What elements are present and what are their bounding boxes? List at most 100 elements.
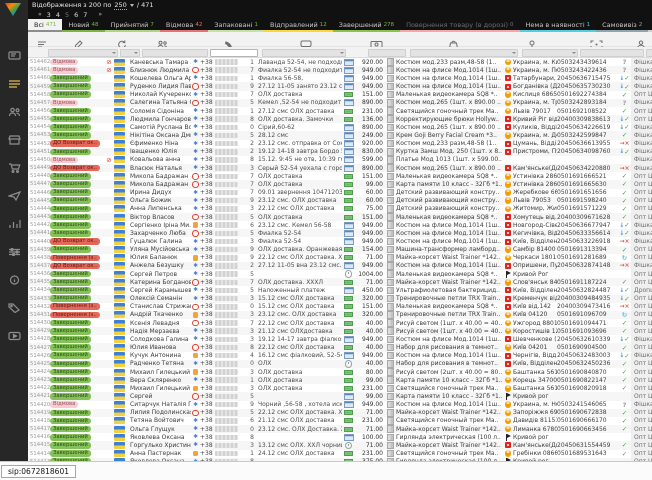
last-page-button[interactable]: » [98,11,101,18]
client-name[interactable]: Радченко Тетяна [130,360,191,368]
status-badge[interactable]: Завершений [50,352,91,359]
tracking-number[interactable] [557,392,618,400]
order-comment[interactable]: 23.12 смс. ОЛХ доставка [254,197,342,205]
delivery-address[interactable]: Київ від.142 [513,303,557,311]
client-phone[interactable]: +38 [200,213,246,221]
delivery-address[interactable]: Хомутець від.1 [513,213,557,221]
delivery-address[interactable]: Давидів 81151 [513,417,557,425]
tracking-number[interactable]: 20400309838613 [557,115,618,123]
status-badge[interactable]: Завершений [50,377,91,384]
order-row[interactable]: 514446 Завершений Ирина Дидух ✱ +38 7 09… [28,189,652,197]
phone-filter-input[interactable] [210,49,258,58]
tracking-number[interactable]: 20400309473416 [557,303,618,311]
client-name[interactable]: Близнюк Людмила .. [130,66,191,74]
client-phone[interactable]: +38 [200,123,246,131]
order-row[interactable]: 514453 Завершений Нікітіна Оксана Дми.. … [28,131,652,139]
client-name[interactable]: Салегина Татьяна С.. [130,99,191,107]
status-badge[interactable]: Завершений [50,393,91,400]
status-badge[interactable]: Завершений [50,328,91,335]
order-row[interactable]: 514450 Відмова ⊘ Ковальова анна ✱ +38 8 … [28,156,652,164]
client-name[interactable]: Николай Кучеренко [130,91,191,99]
tracking-number[interactable]: 0501690666170 [557,417,618,425]
order-comment[interactable]: ОЛХ доставка [254,376,342,384]
client-name[interactable]: Ситарчук Наталія Гр.. [130,401,191,409]
client-phone[interactable]: +38 [200,197,246,205]
status-badge[interactable]: Завершений [50,385,91,392]
tracking-number[interactable]: 0501690904500 [557,343,618,351]
client-name[interactable]: Сергіенко Іріна Ми.. [130,221,191,229]
product-name[interactable]: Маленькая видеокамера SQ8 *.. [396,303,503,311]
tracking-number[interactable]: 20450632450236 [557,360,618,368]
order-row[interactable]: 514455 Завершений Людмила Гончарова ✱ +3… [28,115,652,123]
order-comment[interactable]: ОЛХ [254,360,342,368]
tracking-number[interactable]: 0501691665630 [557,180,618,188]
product-name[interactable]: Рисуй светом (1шт. x 40.00 = 40.. [396,327,503,335]
client-name[interactable]: Віктор Власов [130,213,191,221]
client-phone[interactable]: +38 [200,295,246,303]
status-filter[interactable] [48,49,118,58]
tracking-number[interactable]: 0501690840870 [557,368,618,376]
client-name[interactable]: Михаил Гилецький [130,368,191,376]
tracking-number[interactable]: 0501691094471 [557,319,618,327]
product-name[interactable]: Костюм на флисе Мод.1014 (1ш.. [396,335,503,343]
client-name[interactable]: Надія Мерзаєва [130,327,191,335]
tracking-number[interactable]: 20450633226918 [557,237,618,245]
order-row[interactable]: 514436 Завершений Сергей Петров ✱ +38 5 … [28,270,652,278]
status-tab[interactable]: Сервіси 0 [648,19,652,32]
delivery-address[interactable]: Лиманка 67803 [513,425,557,433]
delivery-address[interactable]: Кам'янське(Дні.. [513,441,557,449]
client-phone[interactable]: +38 [200,417,246,425]
order-row[interactable]: 514425 Завершений Радченко Тетяна ✱ +38 … [28,360,652,368]
client-phone[interactable]: +38 [200,91,246,99]
status-badge[interactable]: Завершений [50,434,91,441]
tracking-number[interactable]: 0501691096709 [557,311,618,319]
tracking-number[interactable]: 20450636613955 [557,140,618,148]
order-row[interactable]: 514435 Завершений Катерина Богданова +38… [28,278,652,286]
product-name[interactable]: Платье Мод 1013 (1шт. x 599.00.. [396,156,503,164]
tracking-number[interactable]: 20450634226619 [557,123,618,131]
status-badge[interactable]: Завершений [50,83,91,90]
order-row[interactable]: 514458 Завершений Николай Кучеренко ✱ +3… [28,91,652,99]
product-name[interactable]: Майка-корсет Waist Trainer *142.. [396,278,503,286]
order-row[interactable]: 514421 Завершений Сергей +38 5 99.00 Кар… [28,392,652,400]
delivery-address[interactable]: Кривой рог [513,392,557,400]
client-name[interactable]: Анна Липенська [130,205,191,213]
status-badge[interactable]: Завершений [50,149,91,156]
status-badge[interactable]: Завершений [50,410,91,417]
client-phone[interactable]: +38 [200,221,246,229]
tracking-number[interactable]: 0503242893184 [557,99,618,107]
client-name[interactable]: Лилия Подолинская [130,409,191,417]
delivery-address[interactable]: Запоріжжя 690.. [513,409,557,417]
order-comment[interactable]: 23.12 смс. ОЛХ Доставка. ХХХ.. [254,425,342,433]
order-row[interactable]: 514438 Повернення (з.. Юлия Баланюк +38 … [28,254,652,262]
product-name[interactable]: Набор для рисования в темнот.. [396,343,503,351]
tracking-number[interactable]: 0501690672838 [557,409,618,417]
client-phone[interactable]: +38 [200,376,246,384]
order-comment[interactable]: 16.12 смс фіалковий, 52-54 [254,352,342,360]
client-name[interactable]: Вера Скляренко [130,376,191,384]
order-comment[interactable]: ОЛХ доставка [254,368,342,376]
status-badge[interactable]: Завершений [50,181,91,188]
store-icon[interactable] [7,134,21,145]
product-name[interactable]: Тренировочные петли TRX Train.. [396,311,503,319]
client-phone[interactable]: +38 [200,148,246,156]
tracking-number[interactable]: 0501691598240 [557,197,618,205]
tracking-number[interactable]: 0501692108522 [557,107,618,115]
order-comment[interactable]: 23.12 смс. Кемел 56-58 [254,221,342,229]
order-row[interactable]: 514441 Завершений Захарченко Люба +38 5 … [28,229,652,237]
order-row[interactable]: 514416 Завершений Яковлева Оксана ✱ +38 … [28,433,652,441]
client-name[interactable]: Ирина Дидух [130,189,191,197]
tracking-number[interactable]: 0501691651656 [557,189,618,197]
status-tab[interactable]: Нема в наявності 1 [520,19,597,32]
page-button[interactable]: 4 [56,11,60,19]
status-tab[interactable]: Завершений 278 [333,19,400,32]
client-phone[interactable]: +38 [200,425,246,433]
product-name[interactable]: Ультрафиолетовая бактерицид.. [396,286,503,294]
order-comment[interactable]: Серый 52-54 уехала с города [254,164,342,172]
client-name[interactable]: Кошелева Ольга Ар.. [130,74,191,82]
order-row[interactable]: 514437 ДО Возврат ок.. Анжела Безушку ✱ … [28,262,652,270]
order-comment[interactable]: 22.12 смс ОЛХ доставка [254,319,342,327]
client-name[interactable]: Микола Бадражан [130,180,191,188]
client-name[interactable]: Андрій Ткаченко [130,311,191,319]
product-name[interactable]: Костюм на флисе Мод.1014 (1ш.. [396,237,503,245]
